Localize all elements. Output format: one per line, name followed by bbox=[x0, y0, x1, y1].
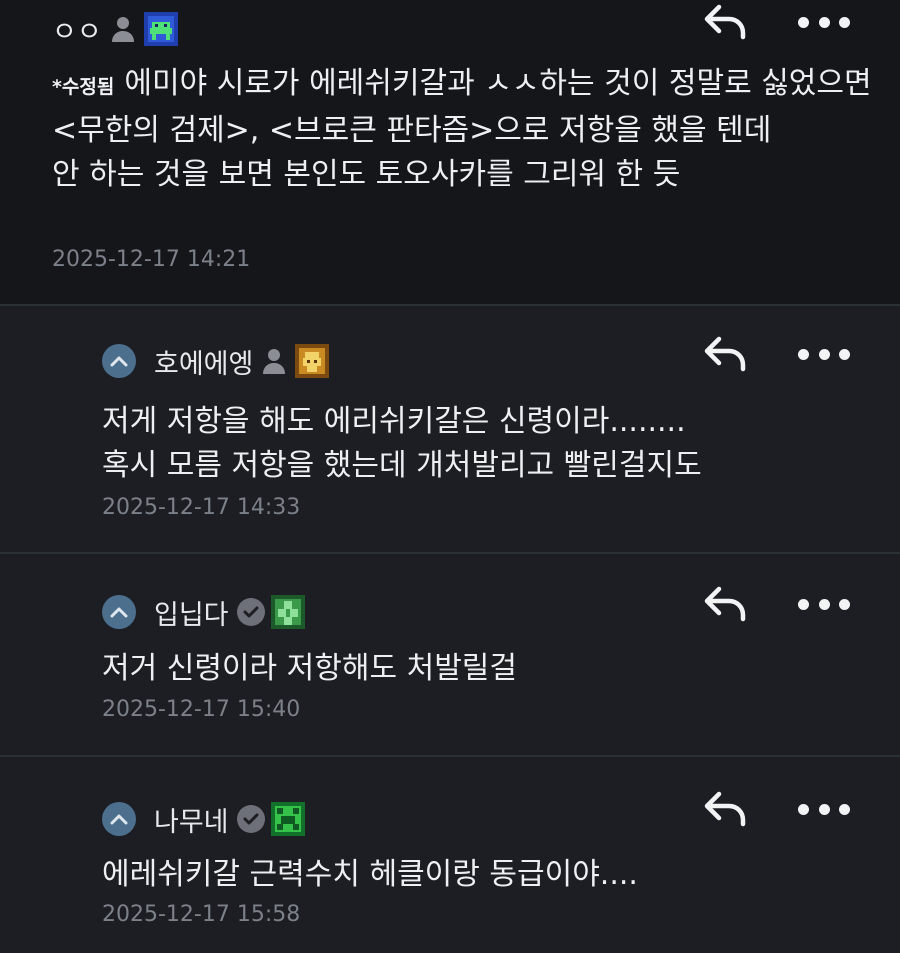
comment-header: ㅇㅇ bbox=[52, 10, 178, 48]
timestamp: 2025-12-17 14:21 bbox=[52, 247, 251, 272]
chevron-up-icon[interactable] bbox=[102, 344, 136, 378]
reply-item: 나무네 에레쉬키갈 근력수치 헤클이랑 동급이야.... 2025-12-17 … bbox=[0, 757, 900, 953]
reply-icon[interactable] bbox=[702, 789, 748, 829]
person-icon bbox=[110, 14, 136, 44]
comment-actions bbox=[702, 2, 850, 42]
reply-item: 입닙다 저거 신령이라 저항해도 처발릴걸 2025-12-17 15:40 bbox=[0, 554, 900, 757]
level-badge-icon bbox=[295, 344, 330, 378]
comment-text: *수정됨 에미야 시로가 에레쉬키갈과 ㅅㅅ하는 것이 정말로 싫었으면 <무한의… bbox=[52, 62, 872, 197]
level-badge-icon bbox=[270, 802, 305, 836]
chevron-up-icon[interactable] bbox=[102, 595, 136, 629]
verified-check-icon bbox=[236, 805, 265, 833]
reply-icon[interactable] bbox=[702, 584, 748, 624]
comment-header: 호에에엥 bbox=[102, 342, 330, 381]
reply-icon[interactable] bbox=[702, 334, 748, 374]
level-badge-icon bbox=[270, 595, 305, 629]
comment-text: 저거 신령이라 저항해도 처발릴걸 bbox=[102, 651, 518, 686]
comment-text: 에레쉬키갈 근력수치 헤클이랑 동급이야.... bbox=[102, 857, 638, 892]
edited-tag: *수정됨 bbox=[52, 76, 115, 98]
comment-item: ㅇㅇ *수정됨 에미야 시로가 에레쉬키갈과 ㅅㅅ하는 것이 정말로 싫었으면 <… bbox=[0, 0, 900, 306]
more-options-icon[interactable] bbox=[798, 799, 850, 819]
verified-check-icon bbox=[236, 598, 265, 626]
username[interactable]: ㅇㅇ bbox=[52, 10, 102, 49]
level-badge-icon bbox=[143, 12, 178, 46]
comment-text: 저게 저항을 해도 에리쉬키갈은 신령이라........ 혹시 모름 저항을 … bbox=[102, 404, 702, 483]
timestamp: 2025-12-17 14:33 bbox=[102, 495, 301, 520]
reply-item: 호에에엥 저게 저항을 해도 에리쉬키갈은 신령이라........ 혹시 모름… bbox=[0, 306, 900, 554]
comment-actions bbox=[702, 584, 850, 624]
comment-actions bbox=[702, 789, 850, 829]
more-options-icon[interactable] bbox=[798, 12, 850, 32]
comment-header: 입닙다 bbox=[102, 593, 305, 631]
username[interactable]: 호에에엥 bbox=[154, 342, 253, 381]
person-icon bbox=[261, 346, 287, 376]
more-options-icon[interactable] bbox=[798, 344, 850, 364]
timestamp: 2025-12-17 15:58 bbox=[102, 902, 301, 927]
comment-actions bbox=[702, 334, 850, 374]
chevron-up-icon[interactable] bbox=[102, 802, 136, 836]
timestamp: 2025-12-17 15:40 bbox=[102, 697, 301, 722]
username[interactable]: 나무네 bbox=[154, 800, 229, 839]
comment-header: 나무네 bbox=[102, 800, 305, 838]
reply-icon[interactable] bbox=[702, 2, 748, 42]
more-options-icon[interactable] bbox=[798, 594, 850, 614]
username[interactable]: 입닙다 bbox=[154, 593, 229, 632]
comment-body: 에미야 시로가 에레쉬키갈과 ㅅㅅ하는 것이 정말로 싫었으면 <무한의 검제>… bbox=[52, 66, 872, 192]
